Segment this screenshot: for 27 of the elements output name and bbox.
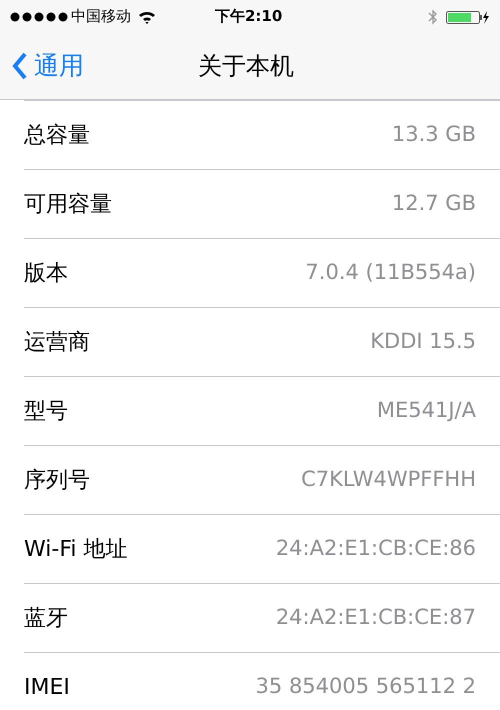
row-label: 型号 bbox=[24, 398, 68, 426]
row-value: 12.7 GB bbox=[392, 190, 476, 218]
row-label: 总容量 bbox=[24, 122, 90, 150]
row-label: Wi-Fi 地址 bbox=[24, 536, 128, 564]
status-time: 下午2:10 bbox=[215, 6, 282, 28]
wifi-icon bbox=[138, 10, 156, 24]
row-label: 版本 bbox=[24, 260, 68, 288]
row-value: 24:A2:E1:CB:CE:86 bbox=[276, 535, 476, 562]
signal-icon bbox=[10, 12, 68, 22]
bluetooth-icon bbox=[428, 8, 438, 24]
row-value: C7KLW4WPFFHH bbox=[301, 466, 476, 494]
page-title: 关于本机 bbox=[198, 51, 294, 82]
row-label: 运营商 bbox=[24, 328, 90, 356]
row-label: 蓝牙 bbox=[24, 604, 68, 632]
row-value: KDDI 15.5 bbox=[370, 328, 476, 356]
row-value: 13.3 GB bbox=[392, 121, 476, 148]
carrier-name: 中国移动 bbox=[71, 6, 131, 28]
row-label: 可用容量 bbox=[24, 190, 112, 218]
battery-charging-icon bbox=[446, 8, 490, 24]
chevron-left-icon bbox=[12, 52, 28, 80]
row-value: 7.0.4 (11B554a) bbox=[305, 259, 476, 286]
row-label: 序列号 bbox=[24, 466, 90, 494]
row-value: ME541J/A bbox=[376, 397, 476, 424]
row-label: IMEI bbox=[24, 674, 70, 702]
row-value: 35 854005 565112 2 bbox=[256, 673, 476, 700]
back-button[interactable]: 通用 bbox=[0, 47, 84, 85]
row-value: 24:A2:E1:CB:CE:87 bbox=[276, 604, 476, 632]
